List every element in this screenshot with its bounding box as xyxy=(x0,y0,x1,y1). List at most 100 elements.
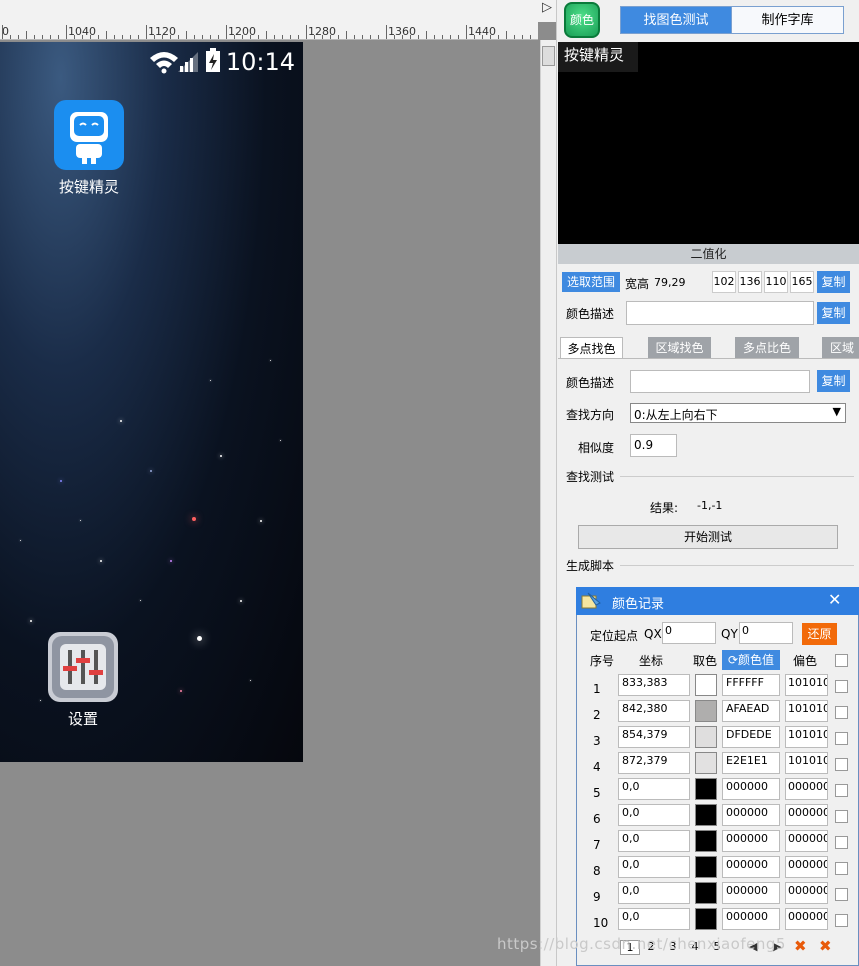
find-test-label: 查找测试 xyxy=(566,470,615,484)
clear-all-icon[interactable]: ✖ xyxy=(819,937,832,955)
coord-x2[interactable]: 110 xyxy=(764,271,788,293)
offset-field[interactable]: 101010 xyxy=(785,674,828,696)
row-checkbox[interactable] xyxy=(835,914,848,927)
coord-field[interactable]: 872,379 xyxy=(618,752,690,774)
color-value-field[interactable]: DFDEDE xyxy=(722,726,780,748)
color-swatch[interactable] xyxy=(695,830,717,852)
row-index: 5 xyxy=(593,786,601,800)
color-swatch[interactable] xyxy=(695,856,717,878)
offset-field[interactable]: 000000 xyxy=(785,830,828,852)
close-icon[interactable]: ✕ xyxy=(828,590,841,609)
coord-field[interactable]: 0,0 xyxy=(618,778,690,800)
delete-icon[interactable]: ✖ xyxy=(794,937,807,955)
app-settings[interactable]: 设置 xyxy=(38,632,128,729)
row-index: 10 xyxy=(593,916,609,930)
color-value-field[interactable]: AFAEAD xyxy=(722,700,780,722)
coord-field[interactable]: 0,0 xyxy=(618,882,690,904)
row-checkbox[interactable] xyxy=(835,732,848,745)
qx-field[interactable]: 0 xyxy=(662,622,716,644)
color-desc-field[interactable] xyxy=(626,301,814,325)
color-mode-button[interactable]: 颜色 xyxy=(564,2,600,38)
qy-label: QY xyxy=(721,627,738,641)
settings-sliders-icon xyxy=(48,632,118,702)
coord-field[interactable]: 0,0 xyxy=(618,830,690,852)
color-swatch[interactable] xyxy=(695,700,717,722)
ruler-tick xyxy=(50,35,51,39)
divider xyxy=(558,358,859,359)
star xyxy=(197,636,202,641)
ruler-tick xyxy=(194,35,195,39)
coord-x1[interactable]: 102 xyxy=(712,271,736,293)
coord-field[interactable]: 833,383 xyxy=(618,674,690,696)
color-swatch[interactable] xyxy=(695,882,717,904)
color-swatch[interactable] xyxy=(695,804,717,826)
offset-field[interactable]: 000000 xyxy=(785,908,828,930)
tab-make-font-lib[interactable]: 制作字库 xyxy=(731,6,844,34)
color-swatch[interactable] xyxy=(695,726,717,748)
app-anjianjingling[interactable]: 按键精灵 xyxy=(44,100,134,197)
offset-field[interactable]: 101010 xyxy=(785,726,828,748)
subtab-multipoint-find[interactable]: 多点找色 xyxy=(560,337,623,359)
ruler-tick xyxy=(482,35,483,39)
qy-field[interactable]: 0 xyxy=(739,622,793,644)
binarize-bar[interactable]: 二值化 xyxy=(558,244,859,264)
color-value-field[interactable]: 000000 xyxy=(722,804,780,826)
subtab-area-find[interactable]: 区域找色 xyxy=(648,337,711,359)
color-value-field[interactable]: 000000 xyxy=(722,908,780,930)
offset-field[interactable]: 000000 xyxy=(785,778,828,800)
tab-find-color-test[interactable]: 找图色测试 xyxy=(620,6,732,34)
copy-desc-button-2[interactable]: 复制 xyxy=(817,370,850,392)
row-checkbox[interactable] xyxy=(835,810,848,823)
color-value-refresh-button[interactable]: ⟳颜色值 xyxy=(722,650,780,670)
subtab-area[interactable]: 区域 xyxy=(822,337,859,359)
restore-button[interactable]: 还原 xyxy=(802,623,837,645)
coord-field[interactable]: 842,380 xyxy=(618,700,690,722)
offset-field[interactable]: 101010 xyxy=(785,752,828,774)
color-value-field[interactable]: 000000 xyxy=(722,778,780,800)
color-value-field[interactable]: FFFFFF xyxy=(722,674,780,696)
row-checkbox[interactable] xyxy=(835,888,848,901)
vertical-scrollbar[interactable] xyxy=(540,40,556,966)
row-checkbox[interactable] xyxy=(835,706,848,719)
select-all-checkbox[interactable] xyxy=(835,654,848,667)
ruler-tick xyxy=(26,31,27,39)
color-swatch[interactable] xyxy=(695,674,717,696)
copy-range-button[interactable]: 复制 xyxy=(817,271,850,293)
offset-field[interactable]: 000000 xyxy=(785,882,828,904)
scroll-thumb[interactable] xyxy=(542,46,555,66)
coord-field[interactable]: 0,0 xyxy=(618,908,690,930)
row-checkbox[interactable] xyxy=(835,758,848,771)
ruler-tick xyxy=(138,35,139,39)
coord-field[interactable]: 854,379 xyxy=(618,726,690,748)
offset-field[interactable]: 000000 xyxy=(785,856,828,878)
coord-field[interactable]: 0,0 xyxy=(618,856,690,878)
offset-field[interactable]: 101010 xyxy=(785,700,828,722)
select-range-button[interactable]: 选取范围 xyxy=(562,272,620,292)
copy-desc-button[interactable]: 复制 xyxy=(817,302,850,324)
coord-field[interactable]: 0,0 xyxy=(618,804,690,826)
start-test-button[interactable]: 开始测试 xyxy=(578,525,838,549)
color-value-field[interactable]: E2E1E1 xyxy=(722,752,780,774)
ruler-tick xyxy=(122,35,123,39)
row-checkbox[interactable] xyxy=(835,680,848,693)
ruler-scroll-arrow[interactable]: ▷ xyxy=(538,0,556,22)
row-checkbox[interactable] xyxy=(835,784,848,797)
color-desc-field-2[interactable] xyxy=(630,370,810,393)
offset-field[interactable]: 000000 xyxy=(785,804,828,826)
ruler-tick xyxy=(434,35,435,39)
ruler-tick xyxy=(322,35,323,39)
origin-label: 定位起点 xyxy=(590,629,639,643)
color-swatch[interactable] xyxy=(695,752,717,774)
color-value-field[interactable]: 000000 xyxy=(722,830,780,852)
color-value-field[interactable]: 000000 xyxy=(722,882,780,904)
row-checkbox[interactable] xyxy=(835,836,848,849)
coord-y1[interactable]: 136 xyxy=(738,271,762,293)
color-swatch[interactable] xyxy=(695,908,717,930)
color-swatch[interactable] xyxy=(695,778,717,800)
row-checkbox[interactable] xyxy=(835,862,848,875)
subtab-multipoint-compare[interactable]: 多点比色 xyxy=(735,337,799,359)
find-direction-select[interactable]: 0:从左上向右下 ▼ xyxy=(630,403,846,423)
similarity-field[interactable]: 0.9 xyxy=(630,434,677,457)
coord-y2[interactable]: 165 xyxy=(790,271,814,293)
color-value-field[interactable]: 000000 xyxy=(722,856,780,878)
